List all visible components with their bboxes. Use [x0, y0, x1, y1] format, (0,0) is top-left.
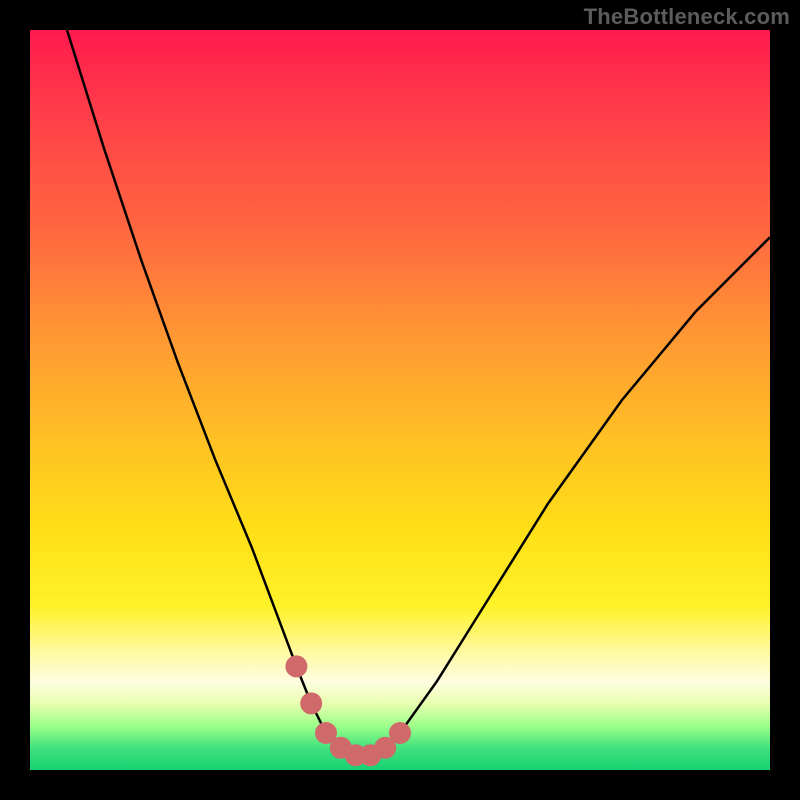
marker-point	[300, 692, 322, 714]
bottleneck-curve-line	[67, 30, 770, 755]
curve-svg	[30, 30, 770, 770]
chart-frame: TheBottleneck.com	[0, 0, 800, 800]
watermark-text: TheBottleneck.com	[584, 4, 790, 30]
marker-point	[389, 722, 411, 744]
low-bottleneck-markers	[285, 655, 411, 766]
plot-area	[30, 30, 770, 770]
marker-point	[285, 655, 307, 677]
